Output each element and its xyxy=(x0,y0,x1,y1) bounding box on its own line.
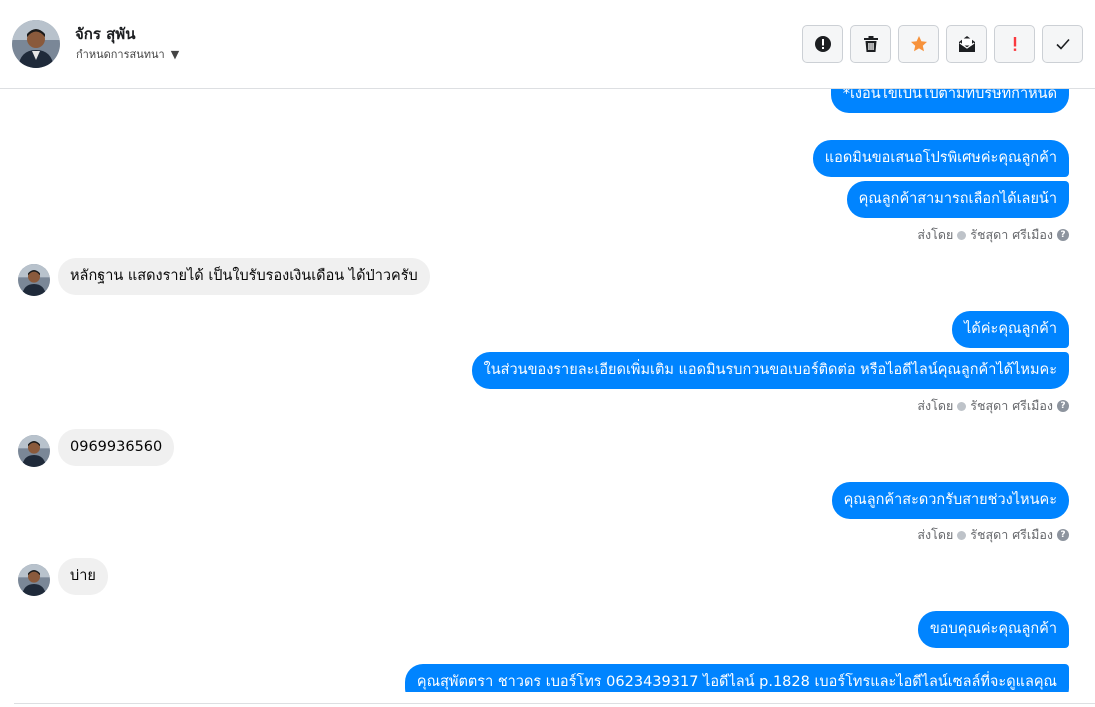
outgoing-message[interactable]: คุณสุพัตตรา ชาวดร เบอร์โทร 0623439317 ไอ… xyxy=(404,664,1069,692)
outgoing-message[interactable]: แอดมินขอเสนอโปรพิเศษค่ะคุณลูกค้า xyxy=(812,140,1069,177)
sender-avatar-icon xyxy=(957,530,967,540)
message-text: แอดมินขอเสนอโปรพิเศษค่ะคุณลูกค้า xyxy=(824,150,1057,166)
sent-by-label: ส่งโดย รัชสุดา ศรีเมือง ? xyxy=(917,525,1069,545)
sender-name: รัชสุดา ศรีเมือง xyxy=(970,227,1053,242)
avatar-photo xyxy=(12,20,60,68)
mark-done-button[interactable] xyxy=(1042,25,1083,63)
sent-by-label: ส่งโดย รัชสุดา ศรีเมือง ? xyxy=(917,396,1069,416)
trash-icon xyxy=(863,36,878,52)
conversation-options-label: กำหนดการสนทนา xyxy=(76,48,165,61)
contact-name: จักร สุพัน xyxy=(75,25,136,43)
follow-up-button[interactable] xyxy=(994,25,1035,63)
mark-unread-button[interactable] xyxy=(946,25,987,63)
help-icon[interactable]: ? xyxy=(1057,400,1069,412)
message-text: ในส่วนของรายละเอียดเพิ่มเติม แอดมินรบกวน… xyxy=(483,362,1057,378)
conversation-header: จักร สุพัน กำหนดการสนทนา ▼ xyxy=(0,0,1095,89)
avatar-photo xyxy=(18,564,50,596)
message-text: บ่าย xyxy=(70,568,96,584)
outgoing-message[interactable]: คุณลูกค้าสะดวกรับสายช่วงไหนคะ xyxy=(831,482,1069,519)
star-icon xyxy=(910,36,927,52)
sent-by-label: ส่งโดย รัชสุดา ศรีเมือง ? xyxy=(917,225,1069,245)
sender-name: รัชสุดา ศรีเมือง xyxy=(970,527,1053,542)
incoming-message[interactable]: บ่าย xyxy=(58,558,108,595)
message-text: คุณลูกค้าสามารถเลือกได้เลยน้า xyxy=(858,191,1057,207)
sender-avatar-icon xyxy=(957,401,967,411)
message-text: ได้ค่ะคุณลูกค้า xyxy=(964,321,1057,337)
star-button[interactable] xyxy=(898,25,939,63)
avatar[interactable] xyxy=(12,20,60,68)
avatar-photo xyxy=(18,435,50,467)
mark-unread-icon xyxy=(958,36,975,52)
conversation-options-dropdown[interactable]: กำหนดการสนทนา ▼ xyxy=(76,45,179,63)
message-text: หลักฐาน แสดงรายได้ เป็นใบรับรองเงินเดือน… xyxy=(70,268,418,284)
caret-down-icon: ▼ xyxy=(170,47,180,61)
message-text: คุณลูกค้าสะดวกรับสายช่วงไหนคะ xyxy=(843,492,1057,508)
avatar[interactable] xyxy=(18,435,50,467)
mark-spam-button[interactable] xyxy=(802,25,843,63)
avatar[interactable] xyxy=(18,264,50,296)
message-thread[interactable]: *เงื่อนไขเป็นไปตามที่บริษัทกำหนด แอดมินข… xyxy=(0,89,1095,692)
sender-avatar-icon xyxy=(957,230,967,240)
avatar[interactable] xyxy=(18,564,50,596)
outgoing-message[interactable]: ได้ค่ะคุณลูกค้า xyxy=(952,311,1069,348)
message-text: *เงื่อนไขเป็นไปตามที่บริษัทกำหนด xyxy=(842,89,1057,102)
composer-divider xyxy=(14,703,1095,704)
incoming-message[interactable]: 0969936560 xyxy=(58,429,175,466)
message-text: 0969936560 xyxy=(70,439,163,455)
message-text: คุณสุพัตตรา ชาวดร เบอร์โทร 0623439317 ไอ… xyxy=(416,674,1057,690)
incoming-message[interactable]: หลักฐาน แสดงรายได้ เป็นใบรับรองเงินเดือน… xyxy=(58,258,430,295)
action-toolbar xyxy=(802,25,1083,63)
alert-circle-icon xyxy=(814,36,831,52)
delete-button[interactable] xyxy=(850,25,891,63)
avatar-photo xyxy=(18,264,50,296)
check-icon xyxy=(1055,38,1070,50)
help-icon[interactable]: ? xyxy=(1057,529,1069,541)
exclamation-icon xyxy=(1013,37,1016,51)
outgoing-message[interactable]: คุณลูกค้าสามารถเลือกได้เลยน้า xyxy=(846,181,1069,218)
outgoing-message[interactable]: ในส่วนของรายละเอียดเพิ่มเติม แอดมินรบกวน… xyxy=(471,352,1069,389)
help-icon[interactable]: ? xyxy=(1057,229,1069,241)
sender-name: รัชสุดา ศรีเมือง xyxy=(970,398,1053,413)
message-text: ขอบคุณค่ะคุณลูกค้า xyxy=(929,621,1057,637)
outgoing-message[interactable]: *เงื่อนไขเป็นไปตามที่บริษัทกำหนด xyxy=(830,89,1069,113)
outgoing-message[interactable]: ขอบคุณค่ะคุณลูกค้า xyxy=(917,611,1069,648)
